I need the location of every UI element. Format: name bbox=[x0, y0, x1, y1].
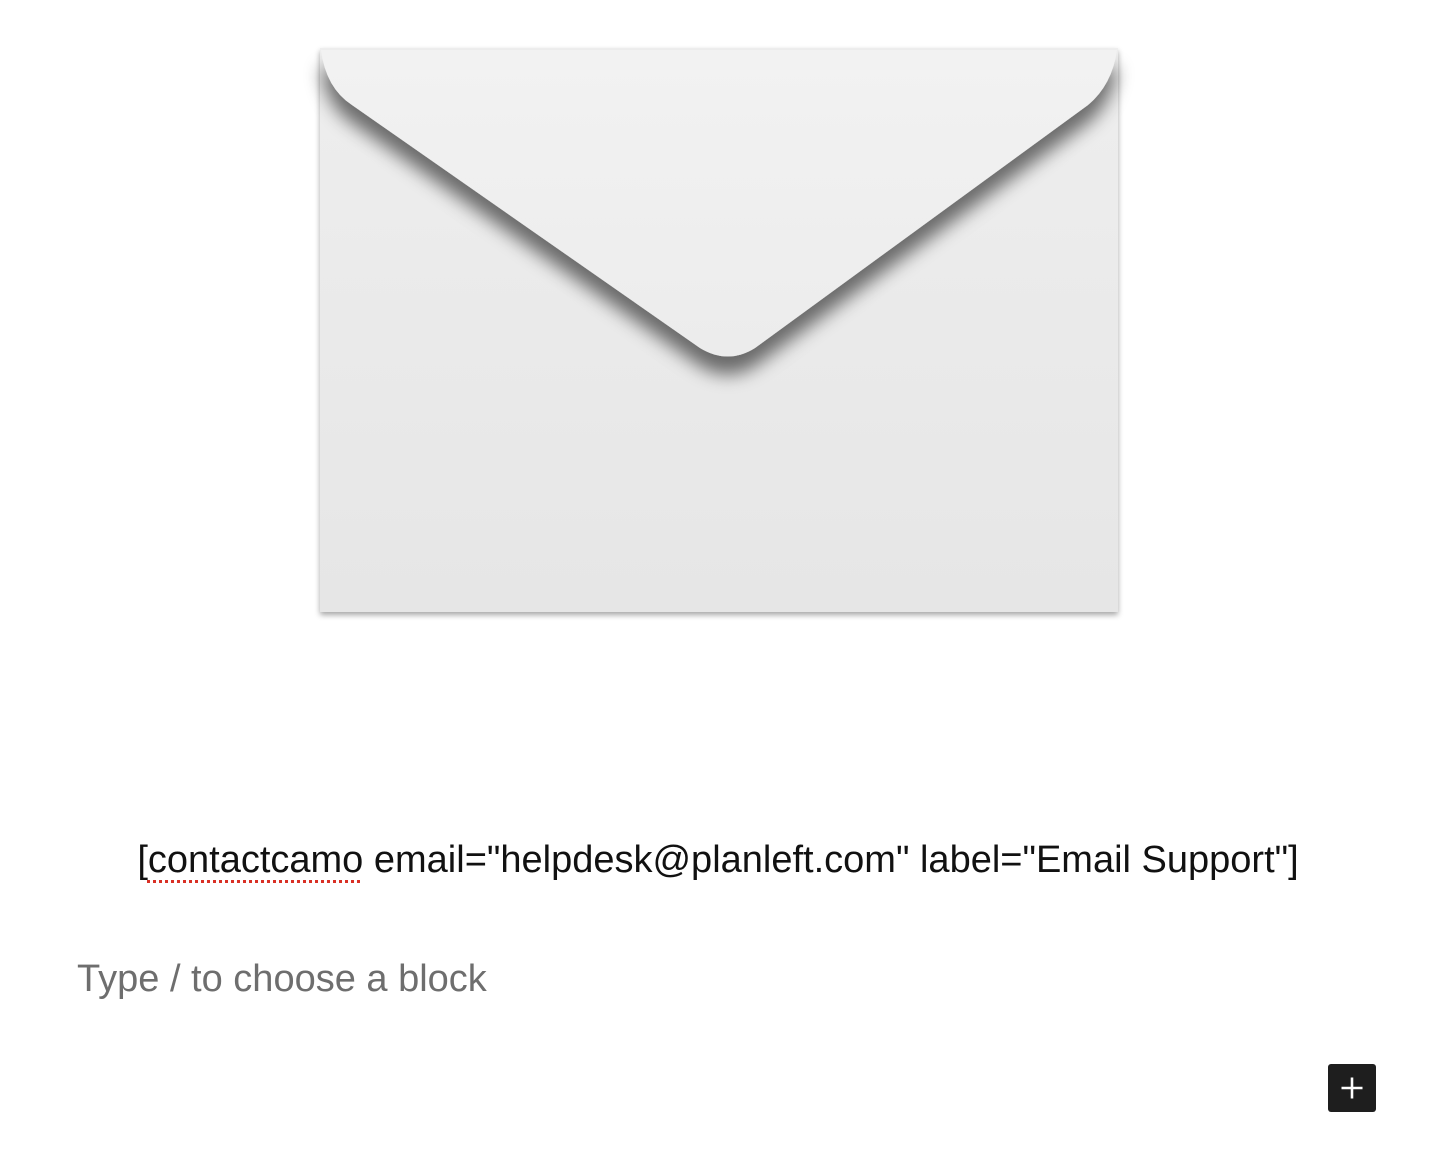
block-inserter-button[interactable] bbox=[1328, 1064, 1376, 1112]
shortcode-open-bracket: [ bbox=[137, 839, 148, 881]
block-editor-canvas: [contactcamo email="helpdesk@planleft.co… bbox=[0, 0, 1436, 1176]
shortcode-attributes: email="helpdesk@planleft.com" label="Ema… bbox=[363, 839, 1299, 881]
plus-icon bbox=[1341, 1077, 1363, 1099]
shortcode-paragraph[interactable]: [contactcamo email="helpdesk@planleft.co… bbox=[0, 836, 1436, 884]
empty-block-placeholder[interactable]: Type / to choose a block bbox=[77, 955, 487, 1003]
image-block[interactable] bbox=[300, 30, 1140, 640]
envelope-image bbox=[320, 48, 1118, 612]
shortcode-tag: contactcamo bbox=[147, 839, 364, 881]
